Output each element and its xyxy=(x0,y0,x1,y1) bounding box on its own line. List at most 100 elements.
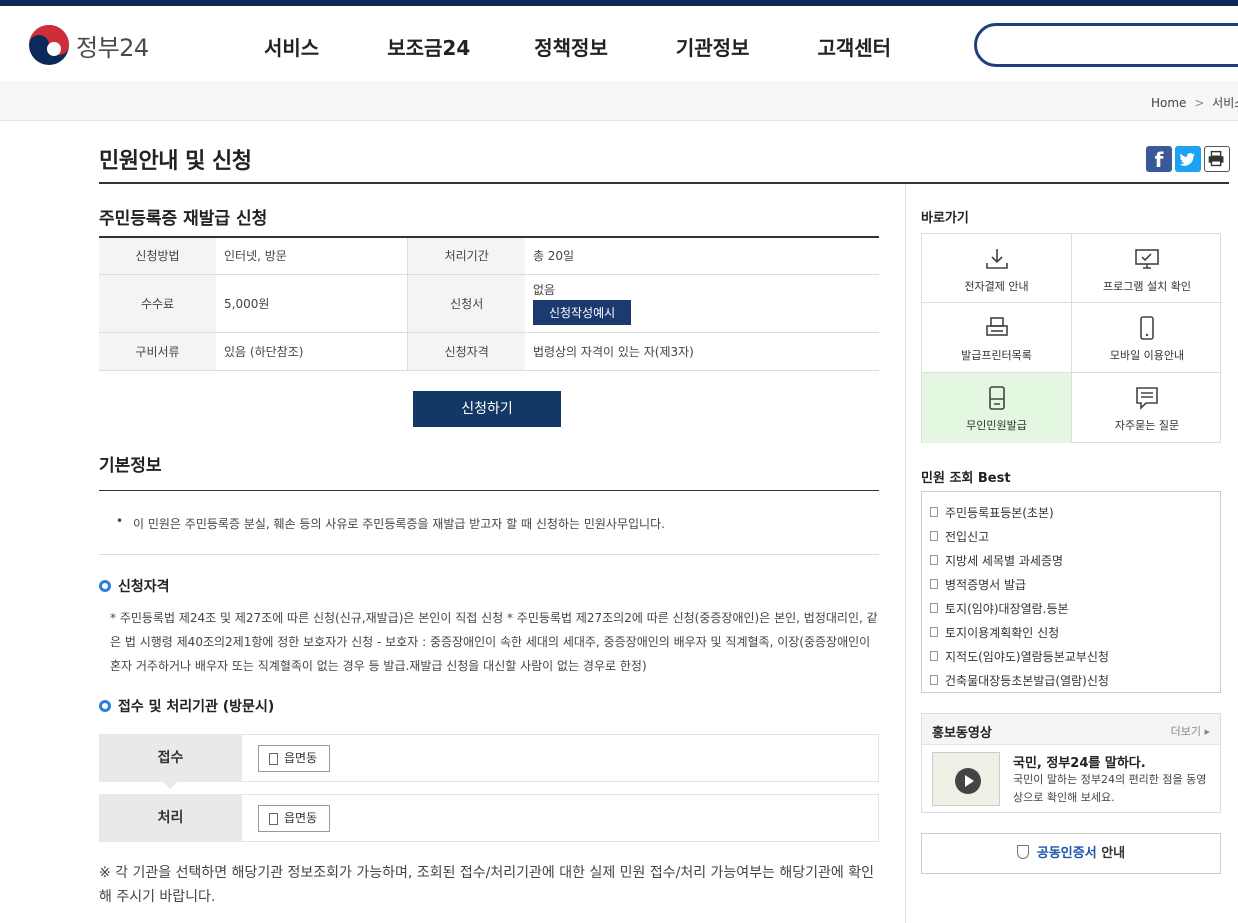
document-icon xyxy=(930,579,938,589)
quick-link-kiosk[interactable]: 무인민원발급 xyxy=(922,373,1072,443)
list-item[interactable]: 지방세 세목별 과세증명 xyxy=(930,548,1220,572)
basic-info-bullet: 이 민원은 주민등록증 분실, 훼손 등의 사유로 주민등록증을 재발급 받고자… xyxy=(116,514,665,532)
table-header-cell: 처리기간 xyxy=(407,237,525,275)
promo-video-desc: 국민이 말하는 정부24의 편리한 점을 동영상으로 확인해 보세요. xyxy=(1013,773,1207,804)
promo-video-box: 홍보동영상 더보기 ▸ 국민, 정부24를 말하다. 국민이 말하는 정부24의… xyxy=(921,713,1221,813)
basic-info-title: 기본정보 xyxy=(99,456,162,476)
table-cell: 5,000원 xyxy=(216,274,408,333)
print-icon[interactable] xyxy=(1204,146,1230,172)
document-icon xyxy=(930,627,938,637)
building-icon xyxy=(269,812,278,825)
process-office-button[interactable]: 읍면동 xyxy=(258,805,331,832)
quick-links-grid: 전자결제 안내 프로그램 설치 확인 발급프린터목록 모바일 이용안내 무인민원… xyxy=(921,233,1222,443)
list-item[interactable]: 전입신고 xyxy=(930,524,1220,548)
table-header-cell: 구비서류 xyxy=(99,332,216,371)
table-cell: 없음 신청작성예시 xyxy=(524,274,879,333)
quick-links-title: 바로가기 xyxy=(921,211,969,226)
nav-agency[interactable]: 기관정보 xyxy=(676,32,750,61)
table-cell: 법령상의 자격이 있는 자(제3자) xyxy=(524,332,879,371)
cert-label-rest: 안내 xyxy=(1096,846,1126,861)
reception-office-button[interactable]: 읍면동 xyxy=(258,745,331,772)
cert-label-blue: 공동인증서 xyxy=(1036,846,1097,861)
best-list: 주민등록표등본(초본) 전입신고 지방세 세목별 과세증명 병적증명서 발급 토… xyxy=(921,491,1221,693)
quick-link-printers[interactable]: 발급프린터목록 xyxy=(922,303,1072,373)
quick-link-payment[interactable]: 전자결제 안내 xyxy=(922,234,1072,303)
promo-more-link[interactable]: 더보기 ▸ xyxy=(1171,723,1210,739)
reception-row: 접수 읍면동 xyxy=(99,734,879,789)
process-label: 처리 xyxy=(99,794,242,842)
logo-text: 정부24 xyxy=(76,33,149,62)
speech-bubble-icon xyxy=(1136,387,1158,410)
shield-icon xyxy=(1016,845,1029,859)
circle-bullet-icon xyxy=(99,580,111,592)
building-icon xyxy=(269,752,278,765)
document-icon xyxy=(930,531,938,541)
list-item[interactable]: 토지이용계획확인 신청 xyxy=(930,620,1220,644)
content-sidebar-divider xyxy=(905,184,906,923)
form-sample-button[interactable]: 신청작성예시 xyxy=(532,300,632,325)
breadcrumb-separator: > xyxy=(1194,96,1205,110)
table-row: 신청방법 인터넷, 방문 처리기간 총 20일 xyxy=(99,237,879,275)
table-header-cell: 수수료 xyxy=(99,274,216,333)
nav-policy[interactable]: 정책정보 xyxy=(534,32,608,61)
taegeuk-logo-icon xyxy=(29,25,69,65)
promo-title: 홍보동영상 xyxy=(932,726,992,741)
agency-note: ※ 각 기관을 선택하면 해당기관 정보조회가 가능하며, 조회된 접수/처리기… xyxy=(99,865,875,905)
list-item[interactable]: 병적증명서 발급 xyxy=(930,572,1220,596)
best-title: 민원 조회 Best xyxy=(921,471,1011,486)
process-row: 처리 읍면동 xyxy=(99,794,879,842)
download-icon xyxy=(985,249,1008,269)
printer-icon xyxy=(985,317,1008,336)
search-input[interactable] xyxy=(974,23,1238,67)
circle-bullet-icon xyxy=(99,700,111,712)
basic-info-text: 이 민원은 주민등록증 분실, 훼손 등의 사유로 주민등록증을 재발급 받고자… xyxy=(133,517,665,531)
form-value: 없음 xyxy=(532,283,556,297)
quick-link-mobile[interactable]: 모바일 이용안내 xyxy=(1072,303,1222,373)
table-row: 구비서류 있음 (하단참조) 신청자격 법령상의 자격이 있는 자(제3자) xyxy=(99,332,879,371)
promo-header: 홍보동영상 더보기 ▸ xyxy=(922,714,1220,745)
quick-link-program-check[interactable]: 프로그램 설치 확인 xyxy=(1072,234,1222,303)
video-thumbnail[interactable] xyxy=(932,752,1000,806)
section-divider xyxy=(99,554,879,555)
breadcrumb: Home > 서비스 xyxy=(1151,94,1238,111)
table-cell: 인터넷, 방문 xyxy=(216,237,408,275)
table-cell: 총 20일 xyxy=(524,237,879,275)
monitor-check-icon xyxy=(1135,249,1159,269)
quick-link-faq[interactable]: 자주묻는 질문 xyxy=(1072,373,1222,443)
reception-label: 접수 xyxy=(99,734,242,789)
document-icon xyxy=(930,603,938,613)
table-row: 수수료 5,000원 신청서 없음 신청작성예시 xyxy=(99,274,879,333)
list-item[interactable]: 토지(임야)대장열람.등본 xyxy=(930,596,1220,620)
table-header-cell: 신청방법 xyxy=(99,237,216,275)
document-icon xyxy=(930,507,938,517)
certificate-guide-button[interactable]: 공동인증서 안내 xyxy=(921,833,1221,874)
list-item[interactable]: 건축물대장등초본발급(열람)신청 xyxy=(930,668,1220,692)
title-divider xyxy=(99,182,1229,184)
play-icon xyxy=(955,768,981,794)
service-title: 주민등록증 재발급 신청 xyxy=(99,209,268,229)
table-header-cell: 신청자격 xyxy=(407,332,525,371)
qualification-title: 신청자격 xyxy=(118,579,170,595)
twitter-share-icon[interactable] xyxy=(1175,146,1201,172)
processing-heading: 접수 및 처리기관 (방문시) xyxy=(99,696,274,716)
table-cell: 있음 (하단참조) xyxy=(216,332,408,371)
breadcrumb-home[interactable]: Home xyxy=(1151,96,1186,110)
processing-title: 접수 및 처리기관 (방문시) xyxy=(118,699,275,715)
kiosk-icon xyxy=(988,386,1005,410)
nav-customer-center[interactable]: 고객센터 xyxy=(817,32,891,61)
section-divider xyxy=(99,490,879,491)
promo-video-title[interactable]: 국민, 정부24를 말하다. xyxy=(1013,752,1146,771)
list-item[interactable]: 주민등록표등본(초본) xyxy=(930,500,1220,524)
nav-service[interactable]: 서비스 xyxy=(264,32,319,61)
breadcrumb-bar: Home > 서비스 xyxy=(0,81,1238,121)
logo[interactable]: 정부24 xyxy=(28,24,149,66)
mobile-phone-icon xyxy=(1140,316,1154,340)
list-item[interactable]: 지적도(임야도)열람등본교부신청 xyxy=(930,644,1220,668)
document-icon xyxy=(930,555,938,565)
qualification-heading: 신청자격 xyxy=(99,576,170,596)
apply-button[interactable]: 신청하기 xyxy=(413,391,561,427)
nav-subsidy[interactable]: 보조금24 xyxy=(387,32,470,61)
table-header-cell: 신청서 xyxy=(407,274,525,333)
facebook-share-icon[interactable]: f xyxy=(1146,146,1172,172)
breadcrumb-current[interactable]: 서비스 xyxy=(1212,96,1238,110)
